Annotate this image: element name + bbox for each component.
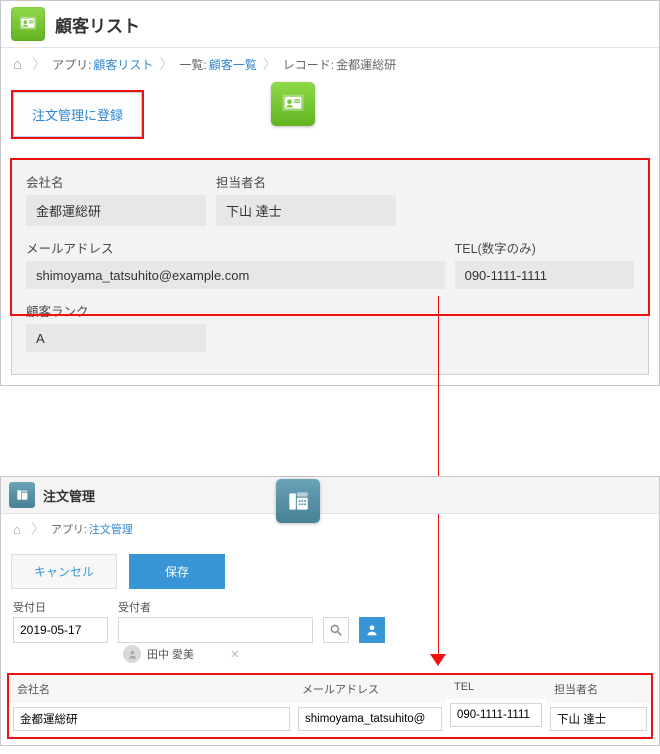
col-company-input[interactable] — [13, 707, 290, 731]
col-tel-input[interactable] — [450, 703, 542, 727]
contacts-icon — [11, 7, 45, 41]
avatar-icon — [123, 645, 141, 663]
button-bar: キャンセル 保存 — [1, 544, 659, 599]
col-contact-input[interactable] — [550, 707, 647, 731]
bc-app-link[interactable]: 顧客リスト — [93, 56, 153, 73]
bc-list-prefix: 一覧: — [179, 56, 206, 73]
chevron-right-icon: 〉 — [157, 54, 175, 74]
date-input[interactable] — [13, 617, 108, 643]
order-app: 注文管理 ⌂ 〉 アプリ: 注文管理 キャンセル 保存 受付日 受付者 — [0, 476, 660, 746]
toolbar: 注文管理に登録 — [1, 80, 659, 149]
app-title: 注文管理 — [43, 486, 95, 505]
company-value: 金都運総研 — [26, 195, 206, 226]
tel-label: TEL(数字のみ) — [455, 238, 634, 257]
breadcrumb: ⌂ 〉 アプリ: 顧客リスト 〉 一覧: 顧客一覧 〉 レコード: 金都運総研 — [1, 47, 659, 80]
register-order-button[interactable]: 注文管理に登録 — [13, 92, 142, 137]
user-chip: 田中 愛美 ✕ — [13, 643, 647, 669]
bc-record-text: 金都運総研 — [336, 56, 396, 73]
home-icon[interactable]: ⌂ — [9, 522, 25, 537]
email-value: shimoyama_tatsuhito@example.com — [26, 261, 445, 289]
register-highlight: 注文管理に登録 — [11, 90, 144, 139]
fax-icon — [9, 482, 35, 508]
mapped-fields-highlight: 会社名 メールアドレス TEL 担当者名 — [7, 673, 653, 739]
col-tel-label: TEL — [446, 675, 546, 699]
app-title: 顧客リスト — [55, 12, 140, 37]
bc-app-prefix: アプリ: — [52, 56, 91, 73]
contact-label: 担当者名 — [216, 172, 396, 191]
customer-list-app: 顧客リスト ⌂ 〉 アプリ: 顧客リスト 〉 一覧: 顧客一覧 〉 レコード: … — [0, 0, 660, 386]
app-header: 顧客リスト — [1, 1, 659, 47]
chevron-right-icon: 〉 — [30, 54, 48, 74]
fax-icon — [276, 479, 320, 523]
chevron-right-icon: 〉 — [29, 519, 47, 539]
contact-value: 下山 達士 — [216, 195, 396, 226]
col-email-label: メールアドレス — [294, 675, 446, 703]
col-company-label: 会社名 — [9, 675, 294, 703]
rank-label: 顧客ランク — [26, 301, 206, 320]
col-contact-label: 担当者名 — [546, 675, 651, 703]
date-label: 受付日 — [13, 599, 108, 615]
cancel-button[interactable]: キャンセル — [11, 554, 117, 589]
chip-remove-icon[interactable]: ✕ — [200, 648, 269, 661]
receiver-label: 受付者 — [118, 599, 313, 615]
form-row: 受付日 受付者 田中 愛美 ✕ — [1, 599, 659, 673]
contacts-icon — [271, 82, 315, 126]
email-label: メールアドレス — [26, 238, 445, 257]
bc-app-link[interactable]: 注文管理 — [89, 521, 133, 537]
arrow-diagram — [0, 386, 660, 476]
receiver-input[interactable] — [118, 617, 313, 643]
rank-value: A — [26, 324, 206, 352]
user-select-icon[interactable] — [359, 617, 385, 643]
search-icon[interactable] — [323, 617, 349, 643]
app-header: 注文管理 — [1, 477, 659, 513]
tel-value: 090-1111-1111 — [455, 261, 634, 289]
breadcrumb: ⌂ 〉 アプリ: 注文管理 — [1, 513, 659, 544]
record-detail: 会社名 金都運総研 担当者名 下山 達士 メールアドレス shimoyama_t… — [11, 159, 649, 375]
home-icon[interactable]: ⌂ — [9, 56, 26, 73]
company-label: 会社名 — [26, 172, 206, 191]
col-email-input[interactable] — [298, 707, 442, 731]
bc-list-link[interactable]: 顧客一覧 — [209, 56, 257, 73]
bc-record-prefix: レコード: — [283, 56, 334, 73]
chip-name: 田中 愛美 — [147, 646, 194, 662]
bc-app-prefix: アプリ: — [51, 521, 87, 537]
chevron-right-icon: 〉 — [261, 54, 279, 74]
save-button[interactable]: 保存 — [129, 554, 225, 589]
